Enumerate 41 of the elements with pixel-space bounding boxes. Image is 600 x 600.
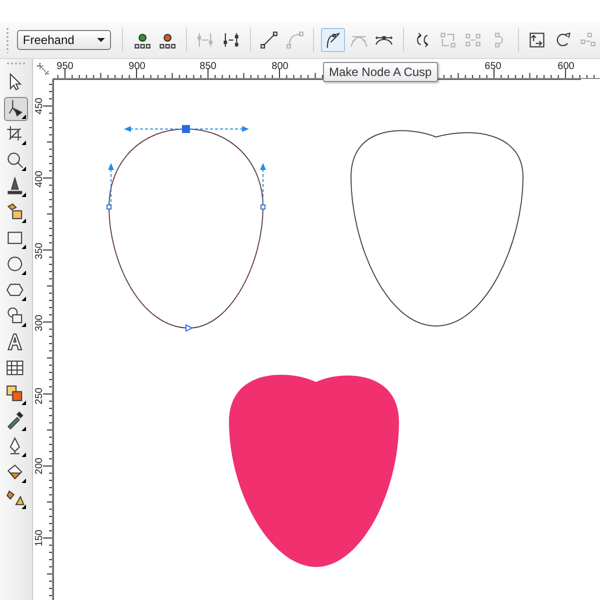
delete-node-icon	[158, 31, 176, 49]
ruler-origin-icon[interactable]	[36, 62, 50, 76]
caret-icon	[96, 38, 105, 42]
interactive-tool[interactable]	[4, 383, 28, 407]
ruler-label: 650	[484, 61, 502, 72]
ruler-label: 200	[34, 458, 45, 474]
ruler-label: 450	[34, 98, 45, 114]
toolbar-grip[interactable]	[6, 27, 9, 53]
ruler-label: 300	[34, 314, 45, 332]
shape-tool[interactable]	[4, 97, 28, 121]
ruler-label: 850	[200, 61, 216, 72]
shape-icon	[6, 99, 26, 119]
interactive-fill-icon	[6, 489, 26, 509]
mode-dropdown[interactable]: Freehand	[16, 30, 111, 50]
basic-shapes-icon	[6, 307, 26, 327]
polygon-icon	[6, 281, 26, 301]
zoom-icon	[6, 151, 26, 171]
ellipse-icon	[6, 255, 26, 275]
egg-outline-with-nodes[interactable]	[106, 125, 266, 332]
crop-icon	[6, 125, 26, 145]
smart-fill-icon	[6, 203, 26, 223]
eyedropper-icon	[6, 411, 26, 431]
ruler-label: 900	[128, 61, 146, 72]
fill-icon	[6, 463, 26, 483]
freehand-icon	[6, 177, 26, 197]
interactive-icon	[6, 385, 26, 405]
ruler-label: 400	[34, 170, 45, 188]
filled-heart-shape[interactable]	[229, 374, 399, 567]
ruler-label: 150	[34, 530, 45, 546]
to-line-icon	[260, 31, 278, 49]
ruler-label: 950	[56, 61, 74, 72]
ruler-label: 250	[34, 388, 45, 404]
cusp-button[interactable]	[321, 28, 345, 52]
ruler-label: 800	[272, 61, 288, 72]
dropdown-value: Freehand	[22, 33, 74, 47]
crop-tool[interactable]	[4, 123, 28, 147]
ruler-label: 600	[558, 61, 574, 72]
ruler-label: 350	[34, 242, 45, 260]
tooltip: Make Node A Cusp	[323, 62, 438, 82]
rectangle-icon	[6, 229, 26, 249]
add-node-icon	[132, 31, 151, 49]
